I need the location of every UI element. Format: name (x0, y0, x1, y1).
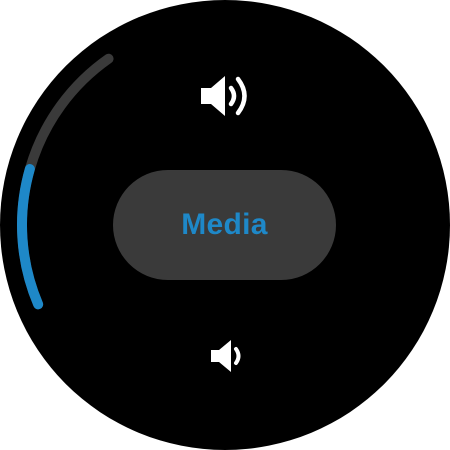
watch-face: Media (0, 0, 450, 450)
volume-up-button[interactable] (190, 66, 260, 126)
volume-track (17, 53, 114, 310)
volume-down-button[interactable] (190, 326, 260, 386)
volume-level-fill (17, 164, 44, 310)
audio-stream-selector[interactable]: Media (113, 170, 336, 280)
volume-up-icon (201, 76, 247, 116)
audio-stream-label: Media (181, 208, 268, 241)
volume-down-icon (211, 340, 241, 372)
